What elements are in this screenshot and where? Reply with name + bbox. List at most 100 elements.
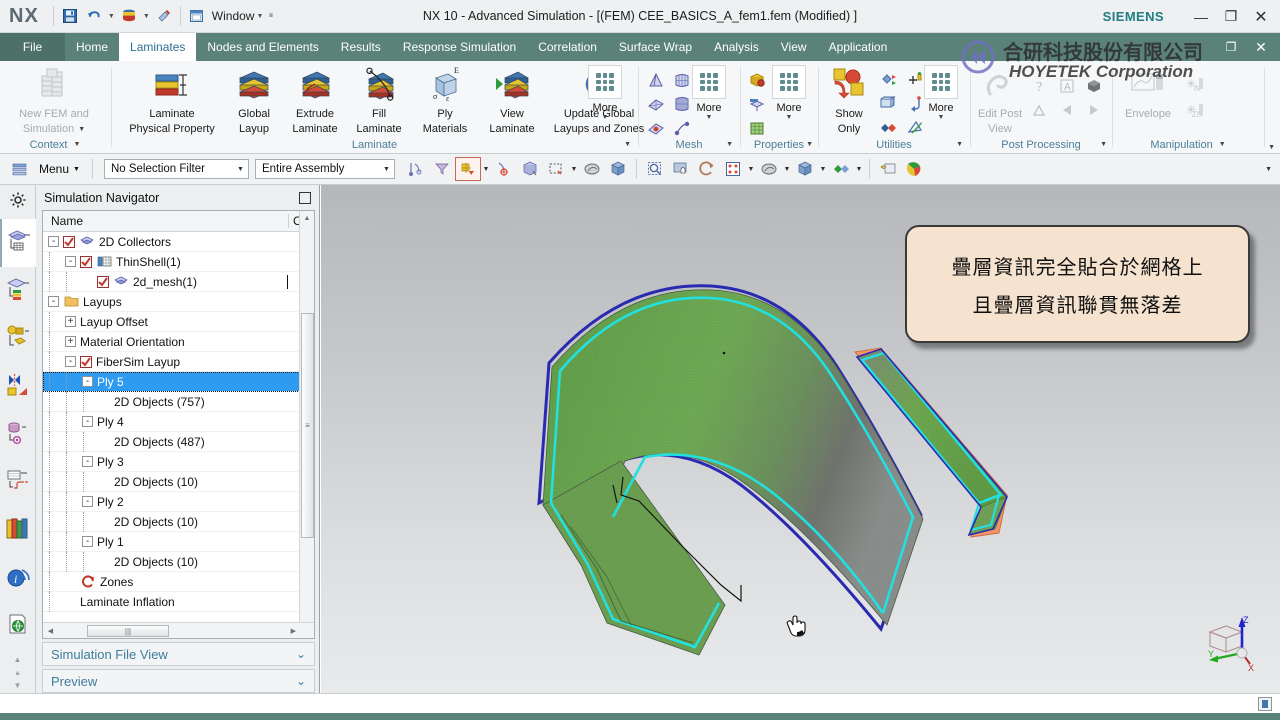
rotate-icon[interactable] xyxy=(694,157,720,181)
rail-item-settings[interactable] xyxy=(0,185,35,219)
ply-materials-button[interactable]: E σ ε Ply Materials xyxy=(410,64,480,136)
chevron-down-icon[interactable]: ▼ xyxy=(786,114,793,121)
view-cube-icon[interactable] xyxy=(792,157,818,181)
tab-application[interactable]: Application xyxy=(818,33,899,61)
tab-surface-wrap[interactable]: Surface Wrap xyxy=(608,33,703,61)
tab-results[interactable]: Results xyxy=(330,33,392,61)
previous-iteration-icon[interactable] xyxy=(1056,99,1078,121)
tree-expand-toggle[interactable]: - xyxy=(48,236,59,247)
tab-response-simulation[interactable]: Response Simulation xyxy=(392,33,527,61)
clip-icon[interactable] xyxy=(875,157,901,181)
tree-row[interactable]: - Ply 3 xyxy=(43,451,314,472)
pin-panel-icon[interactable] xyxy=(299,191,311,204)
tree-row[interactable]: 2D Objects (757) xyxy=(43,391,314,412)
orientation-triad[interactable]: Z Y X xyxy=(1196,608,1262,679)
tree-row[interactable]: 2D Objects (10) xyxy=(43,551,314,572)
tab-file[interactable]: File xyxy=(0,33,65,61)
pan-icon[interactable] xyxy=(668,157,694,181)
tree-row[interactable]: - 2D Collectors xyxy=(43,232,314,252)
chevron-down-icon[interactable]: ▼ xyxy=(602,114,609,121)
chevron-down-icon[interactable]: ▼ xyxy=(383,166,390,173)
tree-row[interactable]: 2D Objects (487) xyxy=(43,431,314,452)
tab-analysis[interactable]: Analysis xyxy=(703,33,770,61)
tree-row[interactable]: - Ply 2 xyxy=(43,491,314,512)
snap-point-icon[interactable] xyxy=(403,157,429,181)
3d-tetra-mesh-icon[interactable] xyxy=(645,69,667,91)
toolbar-overflow-icon[interactable]: ▼ xyxy=(1265,166,1280,173)
tree-row[interactable]: 2d_mesh(1) xyxy=(43,271,314,292)
paint-icon[interactable] xyxy=(152,4,176,28)
grid-icon[interactable] xyxy=(720,157,746,181)
panel-preview[interactable]: Preview ⌄ xyxy=(42,669,315,693)
rail-item-post-processing-navigator[interactable] xyxy=(0,267,36,315)
tree-row[interactable]: + Layup Offset xyxy=(43,311,314,332)
laminate-physical-property-button[interactable]: Laminate Physical Property xyxy=(120,64,224,136)
scroll-left-arrow-icon[interactable]: ◀ xyxy=(43,627,58,635)
rail-item-system-materials[interactable] xyxy=(0,507,36,555)
tree-row[interactable]: 2D Objects (10) xyxy=(43,511,314,532)
rail-scroll-down-icon[interactable]: ▼ xyxy=(14,681,22,690)
column-header-name[interactable]: Name xyxy=(43,214,288,228)
layers-icon[interactable] xyxy=(117,4,141,28)
show-thickness-icon[interactable] xyxy=(877,93,899,115)
rail-item-help-info[interactable]: i xyxy=(0,555,36,603)
rectangle-select-icon[interactable] xyxy=(543,157,569,181)
restore-icon[interactable]: ❐ xyxy=(1216,35,1246,59)
function-result-icon[interactable]: ✳ fx xyxy=(1183,73,1205,95)
view-laminate-button[interactable]: View Laminate xyxy=(480,64,544,136)
chevron-down-icon[interactable]: ▼ xyxy=(726,141,733,148)
chevron-down-icon[interactable]: ▼ xyxy=(481,166,491,173)
chevron-down-icon[interactable]: ⌄ xyxy=(296,674,306,688)
rail-item-reuse-library[interactable] xyxy=(0,459,36,507)
chevron-down-icon[interactable]: ⌄ xyxy=(296,647,306,661)
shading-style-icon[interactable] xyxy=(756,157,782,181)
tree-row-checkbox[interactable] xyxy=(97,275,109,288)
fill-laminate-button[interactable]: Fill Laminate xyxy=(348,64,410,136)
edit-post-view-button[interactable]: Edit Post View xyxy=(971,64,1029,136)
show-hide-icon[interactable] xyxy=(877,69,899,91)
new-fem-and-simulation-button[interactable]: New FEM and Simulation ▼ xyxy=(18,64,90,136)
tree-row[interactable]: - Layups xyxy=(43,292,314,312)
chevron-down-icon[interactable]: ▼ xyxy=(706,114,713,121)
layers-dropdown-caret-icon[interactable]: ▼ xyxy=(141,13,152,20)
tree-expand-toggle[interactable]: - xyxy=(65,356,76,367)
selection-filter-dropdown[interactable]: No Selection Filter ▼ xyxy=(103,159,249,179)
menu-icon[interactable] xyxy=(6,157,32,181)
properties-more-button[interactable]: More ▼ xyxy=(763,65,815,135)
3d-result-icon[interactable] xyxy=(1083,75,1105,97)
undo-icon[interactable] xyxy=(82,4,106,28)
chevron-down-icon[interactable]: ▼ xyxy=(746,166,756,173)
tree-expand-toggle[interactable]: - xyxy=(48,296,59,307)
chevron-down-icon[interactable]: ▼ xyxy=(956,141,963,148)
chevron-down-icon[interactable]: ▼ xyxy=(854,166,864,173)
tree-row-checkbox[interactable] xyxy=(80,255,92,268)
ribbon-overflow-chevron-icon[interactable]: ▼ xyxy=(1268,144,1275,151)
menu-button[interactable]: Menu ▼ xyxy=(32,162,87,176)
chevron-down-icon[interactable]: ▼ xyxy=(938,114,945,121)
tree-row[interactable]: 2D Objects (10) xyxy=(43,471,314,492)
tab-laminates[interactable]: Laminates xyxy=(119,33,197,61)
scrollbar-thumb[interactable]: ≡ xyxy=(301,313,314,538)
tree-vertical-scrollbar[interactable]: ▲ ≡ ▼ xyxy=(299,211,314,638)
chevron-down-icon[interactable]: ▼ xyxy=(569,166,579,173)
rail-item-constraint-navigator[interactable] xyxy=(0,363,36,411)
tree-row-checkbox[interactable] xyxy=(63,235,75,248)
annotation-icon[interactable]: A xyxy=(1056,75,1078,97)
chevron-down-icon[interactable]: ▼ xyxy=(1100,141,1107,148)
tree-horizontal-scrollbar[interactable]: ◀ ||| ▶ xyxy=(43,622,314,638)
face-select-icon[interactable] xyxy=(517,157,543,181)
rail-item-simulation-navigator[interactable] xyxy=(0,219,36,267)
graph-icon[interactable] xyxy=(1029,99,1051,121)
chevron-down-icon[interactable]: ▼ xyxy=(782,166,792,173)
close-icon[interactable]: ✕ xyxy=(1246,5,1276,29)
tree-expand-toggle[interactable]: + xyxy=(65,316,76,327)
tree-row[interactable]: - Ply 1 xyxy=(43,531,314,552)
scroll-up-arrow-icon[interactable]: ▲ xyxy=(300,211,314,226)
sum-function-icon[interactable]: ✳ Σfx xyxy=(1183,99,1205,121)
filter-icon[interactable] xyxy=(429,157,455,181)
envelope-button[interactable]: Envelope xyxy=(1115,64,1181,136)
chevron-down-icon[interactable]: ▼ xyxy=(78,123,85,136)
laminate-more-button[interactable]: More ▼ xyxy=(579,65,631,135)
tree-expand-toggle[interactable]: - xyxy=(82,536,93,547)
tab-view[interactable]: View xyxy=(770,33,818,61)
